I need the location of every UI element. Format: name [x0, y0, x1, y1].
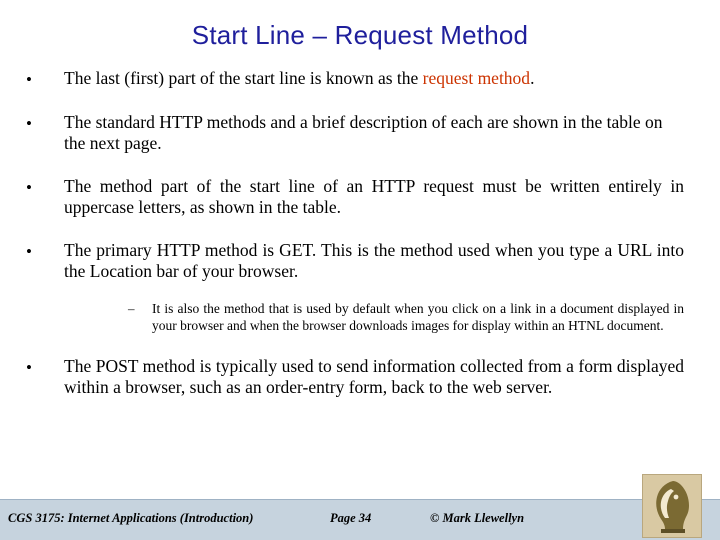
- bullet-text: The method part of the start line of an …: [64, 176, 684, 217]
- bullet-marker: •: [26, 70, 32, 89]
- bullet-item: • The primary HTTP method is GET. This i…: [0, 240, 720, 282]
- bullet-item: • The method part of the start line of a…: [0, 176, 720, 218]
- bullet-marker: •: [26, 178, 32, 197]
- bullet-text-post: .: [530, 68, 535, 88]
- bullet-item: • The POST method is typically used to s…: [0, 356, 720, 398]
- slide-footer: CGS 3175: Internet Applications (Introdu…: [0, 499, 720, 540]
- bullet-item: • The last (first) part of the start lin…: [0, 68, 720, 90]
- footer-course-label: CGS 3175: Internet Applications (Introdu…: [8, 511, 254, 525]
- slide-body: • The last (first) part of the start lin…: [0, 68, 720, 398]
- bullet-item: • The standard HTTP methods and a brief …: [0, 112, 720, 154]
- page-title: Start Line – Request Method: [191, 20, 529, 50]
- sub-bullet-marker: –: [128, 301, 135, 316]
- knight-logo: [642, 474, 702, 538]
- slide: Start Line – Request Method • The last (…: [0, 0, 720, 540]
- bullet-text: The last (first) part of the start line …: [64, 68, 684, 89]
- footer-page-number: Page 34: [330, 511, 372, 525]
- bullet-text: The standard HTTP methods and a brief de…: [64, 112, 663, 153]
- sub-bullet-text: It is also the method that is used by de…: [152, 301, 684, 333]
- bullet-text: The primary HTTP method is GET. This is …: [64, 240, 684, 281]
- bullet-text-pre: The last (first) part of the start line …: [64, 68, 423, 88]
- footer-copyright: © Mark Llewellyn: [430, 511, 525, 525]
- sub-bullet-item: – It is also the method that is used by …: [0, 300, 720, 334]
- bullet-text: The POST method is typically used to sen…: [64, 356, 684, 397]
- bullet-marker: •: [26, 242, 32, 261]
- bullet-marker: •: [26, 114, 32, 133]
- bullet-text-highlight: request method: [422, 68, 531, 88]
- bullet-marker: •: [26, 358, 32, 377]
